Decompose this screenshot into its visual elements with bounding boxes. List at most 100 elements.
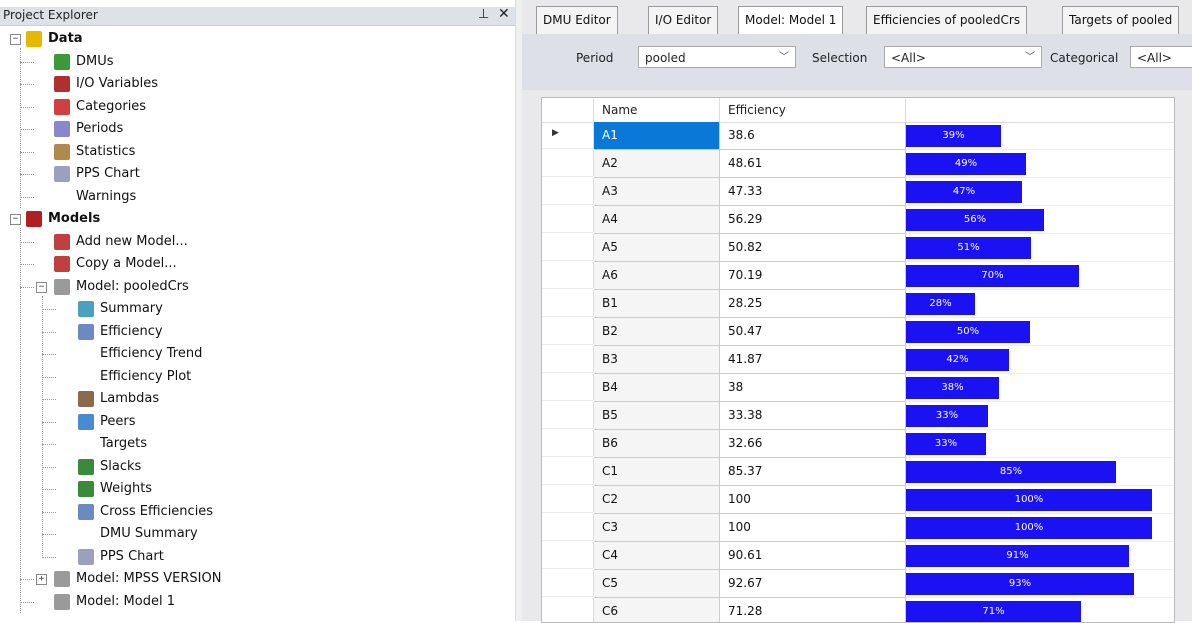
- table-row[interactable]: C4 90.61 91%: [542, 542, 1174, 570]
- tree-item[interactable]: − Models: [0, 208, 510, 230]
- row-selector[interactable]: [542, 262, 594, 289]
- cell-efficiency[interactable]: 92.67: [720, 570, 906, 598]
- expand-icon[interactable]: +: [36, 574, 47, 585]
- row-selector[interactable]: [542, 402, 594, 429]
- cell-name[interactable]: A1: [594, 122, 720, 150]
- cell-efficiency-bar[interactable]: 100%: [906, 514, 1174, 542]
- cell-efficiency[interactable]: 48.61: [720, 150, 906, 178]
- row-selector[interactable]: [542, 290, 594, 317]
- table-row[interactable]: C6 71.28 71%: [542, 598, 1174, 622]
- cell-efficiency[interactable]: 32.66: [720, 430, 906, 458]
- tree-item[interactable]: Copy a Model...: [0, 253, 510, 275]
- cell-name[interactable]: B5: [594, 402, 720, 430]
- tree-item[interactable]: Efficiency Plot: [0, 366, 510, 388]
- row-selector[interactable]: [542, 570, 594, 597]
- tree-item[interactable]: Efficiency Trend: [0, 343, 510, 365]
- row-selector[interactable]: [542, 486, 594, 513]
- row-selector[interactable]: [542, 598, 594, 622]
- cell-efficiency[interactable]: 38: [720, 374, 906, 402]
- table-row[interactable]: B2 50.47 50%: [542, 318, 1174, 346]
- tree-item[interactable]: + Model: MPSS VERSION: [0, 568, 510, 590]
- cell-name[interactable]: A6: [594, 262, 720, 290]
- categorical-select[interactable]: <All>: [1130, 46, 1192, 68]
- tree-item[interactable]: Periods: [0, 118, 510, 140]
- cell-efficiency-bar[interactable]: 33%: [906, 430, 1174, 458]
- cell-efficiency-bar[interactable]: 100%: [906, 486, 1174, 514]
- cell-name[interactable]: A3: [594, 178, 720, 206]
- table-row[interactable]: C3 100 100%: [542, 514, 1174, 542]
- tree-item[interactable]: Weights: [0, 478, 510, 500]
- table-row[interactable]: B1 28.25 28%: [542, 290, 1174, 318]
- table-row[interactable]: A3 47.33 47%: [542, 178, 1174, 206]
- tree-item[interactable]: Summary: [0, 298, 510, 320]
- pin-icon[interactable]: ⊥: [478, 7, 489, 22]
- cell-name[interactable]: B4: [594, 374, 720, 402]
- row-selector[interactable]: [542, 430, 594, 457]
- cell-efficiency[interactable]: 33.38: [720, 402, 906, 430]
- tree-item[interactable]: Add new Model...: [0, 231, 510, 253]
- column-header-name[interactable]: Name: [594, 98, 720, 122]
- tree-item[interactable]: Model: Model 1: [0, 591, 510, 613]
- tree-item[interactable]: Peers: [0, 411, 510, 433]
- cell-efficiency-bar[interactable]: 49%: [906, 150, 1174, 178]
- table-row[interactable]: C5 92.67 93%: [542, 570, 1174, 598]
- row-selector[interactable]: [542, 374, 594, 401]
- row-selector[interactable]: [542, 346, 594, 373]
- table-row[interactable]: B5 33.38 33%: [542, 402, 1174, 430]
- collapse-icon[interactable]: −: [36, 282, 47, 293]
- cell-name[interactable]: C5: [594, 570, 720, 598]
- cell-efficiency-bar[interactable]: 93%: [906, 570, 1174, 598]
- cell-efficiency-bar[interactable]: 28%: [906, 290, 1174, 318]
- table-row[interactable]: A6 70.19 70%: [542, 262, 1174, 290]
- row-selector[interactable]: [542, 542, 594, 569]
- tree-item[interactable]: Warnings: [0, 186, 510, 208]
- cell-efficiency-bar[interactable]: 50%: [906, 318, 1174, 346]
- period-select[interactable]: pooled ﹀: [638, 46, 796, 68]
- cell-name[interactable]: B2: [594, 318, 720, 346]
- cell-name[interactable]: B1: [594, 290, 720, 318]
- cell-efficiency[interactable]: 100: [720, 514, 906, 542]
- tree-item[interactable]: Lambdas: [0, 388, 510, 410]
- row-selector[interactable]: [542, 514, 594, 541]
- table-row[interactable]: ▶ A1 38.6 39%: [542, 122, 1174, 150]
- cell-efficiency[interactable]: 85.37: [720, 458, 906, 486]
- cell-efficiency[interactable]: 100: [720, 486, 906, 514]
- cell-efficiency[interactable]: 50.47: [720, 318, 906, 346]
- tab-dmu-editor[interactable]: DMU Editor: [536, 6, 618, 34]
- tab-model-1[interactable]: Model: Model 1: [738, 6, 844, 34]
- table-row[interactable]: A2 48.61 49%: [542, 150, 1174, 178]
- cell-efficiency-bar[interactable]: 33%: [906, 402, 1174, 430]
- cell-efficiency[interactable]: 28.25: [720, 290, 906, 318]
- tree-item[interactable]: DMUs: [0, 51, 510, 73]
- cell-efficiency-bar[interactable]: 70%: [906, 262, 1174, 290]
- cell-name[interactable]: C1: [594, 458, 720, 486]
- tree-item[interactable]: − Data: [0, 28, 510, 50]
- row-selector[interactable]: [542, 150, 594, 177]
- cell-name[interactable]: B6: [594, 430, 720, 458]
- collapse-icon[interactable]: −: [10, 34, 21, 45]
- cell-efficiency[interactable]: 38.6: [720, 122, 906, 150]
- tab-io-editor[interactable]: I/O Editor: [648, 6, 719, 34]
- table-row[interactable]: C2 100 100%: [542, 486, 1174, 514]
- cell-efficiency-bar[interactable]: 42%: [906, 346, 1174, 374]
- table-row[interactable]: B4 38 38%: [542, 374, 1174, 402]
- cell-name[interactable]: C6: [594, 598, 720, 622]
- close-icon[interactable]: ✕: [498, 6, 510, 22]
- cell-efficiency[interactable]: 71.28: [720, 598, 906, 622]
- tree-item[interactable]: PPS Chart: [0, 546, 510, 568]
- cell-efficiency-bar[interactable]: 47%: [906, 178, 1174, 206]
- cell-name[interactable]: C3: [594, 514, 720, 542]
- row-selector[interactable]: [542, 458, 594, 485]
- cell-name[interactable]: A4: [594, 206, 720, 234]
- cell-efficiency[interactable]: 56.29: [720, 206, 906, 234]
- row-selector[interactable]: [542, 206, 594, 233]
- cell-efficiency-bar[interactable]: 56%: [906, 206, 1174, 234]
- cell-efficiency-bar[interactable]: 85%: [906, 458, 1174, 486]
- cell-name[interactable]: A5: [594, 234, 720, 262]
- tab-efficiencies-pooledcrs[interactable]: Efficiencies of pooledCrs: [866, 6, 1028, 34]
- table-row[interactable]: A4 56.29 56%: [542, 206, 1174, 234]
- tree-item[interactable]: − Model: pooledCrs: [0, 276, 510, 298]
- collapse-icon[interactable]: −: [10, 214, 21, 225]
- tree-item[interactable]: Categories: [0, 96, 510, 118]
- cell-name[interactable]: A2: [594, 150, 720, 178]
